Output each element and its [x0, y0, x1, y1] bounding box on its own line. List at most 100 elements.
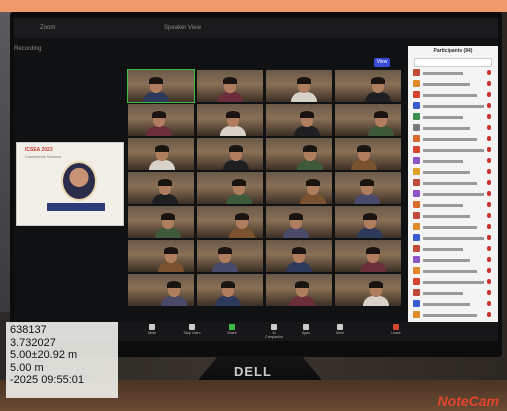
participant-name: [423, 115, 463, 119]
mic-muted-icon: [487, 268, 491, 273]
video-tile[interactable]: [335, 240, 401, 272]
share-button[interactable]: Share: [222, 324, 242, 339]
participant-row[interactable]: [413, 178, 493, 188]
participant-row[interactable]: [413, 134, 493, 144]
participant-avatar: [413, 256, 420, 263]
person-hair: [167, 281, 181, 288]
mic-muted-icon: [487, 279, 491, 284]
participant-avatar: [413, 80, 420, 87]
participant-row[interactable]: [413, 112, 493, 122]
participants-title: Participants (84): [433, 48, 473, 54]
mic-muted-icon: [487, 246, 491, 251]
more-icon: [337, 324, 343, 330]
mic-muted-icon: [487, 103, 491, 108]
participant-row[interactable]: [413, 123, 493, 133]
video-tile[interactable]: [335, 104, 401, 136]
participant-row[interactable]: [413, 255, 493, 265]
mute-button[interactable]: Mute: [142, 324, 162, 339]
person-hair: [218, 247, 232, 254]
participant-row[interactable]: [413, 156, 493, 166]
participant-row[interactable]: [413, 200, 493, 210]
video-tile[interactable]: [197, 274, 263, 306]
video-tile[interactable]: [128, 240, 194, 272]
person-hair: [158, 179, 172, 186]
participant-row[interactable]: [413, 79, 493, 89]
person-body: [289, 296, 315, 306]
participant-avatar: [413, 223, 420, 230]
more-button[interactable]: More: [330, 324, 350, 339]
participant-row[interactable]: [413, 277, 493, 287]
participant-row[interactable]: [413, 211, 493, 221]
apps-button[interactable]: Apps: [296, 324, 316, 339]
top-color-band: [0, 0, 507, 12]
participant-name: [423, 104, 484, 108]
video-tile[interactable]: [266, 274, 332, 306]
participant-row[interactable]: [413, 167, 493, 177]
person-body: [294, 126, 320, 136]
video-tile[interactable]: [266, 206, 332, 238]
video-tile[interactable]: [335, 206, 401, 238]
participant-name: [423, 181, 477, 185]
apps-icon: [303, 324, 309, 330]
participant-avatar: [413, 102, 420, 109]
participant-row[interactable]: [413, 222, 493, 232]
video-tile[interactable]: [197, 70, 263, 102]
view-button[interactable]: View: [374, 58, 390, 67]
participant-name: [423, 258, 470, 262]
leave-button[interactable]: Leave: [386, 324, 406, 339]
participant-name: [423, 170, 470, 174]
video-tile[interactable]: [197, 172, 263, 204]
person-body: [146, 126, 172, 136]
stop-video-button[interactable]: Stop Video: [182, 324, 202, 339]
video-tile[interactable]: [197, 206, 263, 238]
video-gallery: [127, 69, 408, 306]
participant-avatar: [413, 201, 420, 208]
participant-name: [423, 225, 477, 229]
participant-row[interactable]: [413, 299, 493, 309]
participant-name: [423, 192, 484, 196]
participant-row[interactable]: [413, 189, 493, 199]
video-tile[interactable]: [197, 240, 263, 272]
video-tile[interactable]: [266, 172, 332, 204]
person-body: [360, 262, 386, 272]
video-tile[interactable]: [335, 138, 401, 170]
participant-name: [423, 93, 477, 97]
participant-row[interactable]: [413, 288, 493, 298]
video-tile[interactable]: [128, 206, 194, 238]
participant-search-input[interactable]: [414, 58, 492, 67]
video-tile[interactable]: [335, 70, 401, 102]
video-tile[interactable]: [266, 138, 332, 170]
participant-row[interactable]: [413, 145, 493, 155]
participant-row[interactable]: [413, 310, 493, 320]
video-tile[interactable]: [266, 240, 332, 272]
video-tile[interactable]: [197, 138, 263, 170]
video-tile[interactable]: [335, 172, 401, 204]
person-hair: [164, 247, 178, 254]
video-tile[interactable]: [266, 104, 332, 136]
video-tile[interactable]: [128, 104, 194, 136]
video-tile[interactable]: [128, 138, 194, 170]
ai-companion-button[interactable]: AI Companion: [264, 324, 284, 339]
participant-name: [423, 203, 463, 207]
slide-title: ICSEA 2023: [25, 147, 53, 153]
participant-row[interactable]: [413, 266, 493, 276]
participant-row[interactable]: [413, 233, 493, 243]
participant-row[interactable]: [413, 90, 493, 100]
video-tile[interactable]: [197, 104, 263, 136]
video-tile[interactable]: [128, 172, 194, 204]
person-hair: [357, 145, 371, 152]
slide-subtitle: Conference Session: [25, 154, 62, 159]
mic-muted-icon: [487, 136, 491, 141]
participant-row[interactable]: [413, 244, 493, 254]
participant-row[interactable]: [413, 68, 493, 78]
gps-line-1: 638137: [10, 324, 47, 336]
person-hair: [155, 145, 169, 152]
person-body: [297, 160, 323, 170]
person-body: [368, 126, 394, 136]
person-body: [291, 92, 317, 102]
participant-row[interactable]: [413, 101, 493, 111]
video-tile[interactable]: [127, 69, 195, 103]
video-tile[interactable]: [266, 70, 332, 102]
video-tile[interactable]: [128, 274, 194, 306]
video-tile[interactable]: [335, 274, 401, 306]
